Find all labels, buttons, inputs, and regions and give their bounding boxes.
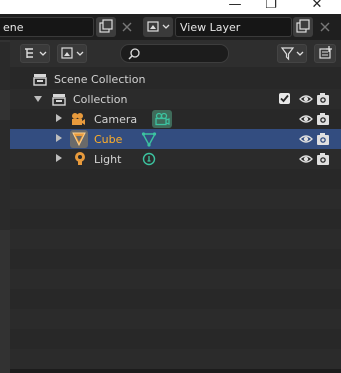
mesh-object-highlight bbox=[70, 130, 88, 148]
tree-row-light[interactable]: Light bbox=[10, 149, 341, 169]
tree-row-scene-collection[interactable]: Scene Collection bbox=[10, 69, 341, 89]
empty-row bbox=[10, 349, 341, 369]
display-mode-dropdown[interactable] bbox=[20, 44, 50, 63]
os-title-bar: — ❐ ✕ bbox=[0, 0, 341, 14]
outliner-tree: Scene Collection Collection Camera Cube bbox=[10, 67, 341, 373]
collapse-arrow-icon[interactable] bbox=[34, 96, 42, 102]
light-object-icon bbox=[75, 152, 85, 165]
outliner-header bbox=[10, 40, 341, 67]
camera-render-icon[interactable] bbox=[316, 132, 330, 146]
empty-row bbox=[10, 249, 341, 269]
collection-icon bbox=[52, 94, 66, 106]
restore-icon[interactable]: ❐ bbox=[260, 0, 282, 13]
camera-object-icon bbox=[72, 113, 85, 125]
scene-name: ene bbox=[3, 21, 24, 34]
new-scene-button[interactable] bbox=[96, 17, 116, 37]
tree-row-collection[interactable]: Collection bbox=[10, 89, 341, 109]
scene-collection-icon bbox=[33, 74, 47, 86]
tree-item-label: Light bbox=[94, 153, 122, 166]
left-panel-edge bbox=[0, 40, 10, 373]
delete-scene-button[interactable] bbox=[117, 17, 137, 37]
search-input[interactable] bbox=[120, 44, 229, 63]
minimize-icon[interactable]: — bbox=[224, 0, 246, 13]
mesh-object-icon bbox=[72, 132, 86, 147]
new-view-layer-button[interactable] bbox=[293, 17, 313, 37]
camera-data-button[interactable] bbox=[152, 110, 172, 128]
view-layer-field[interactable]: View Layer bbox=[175, 17, 292, 37]
eye-icon[interactable] bbox=[299, 132, 313, 146]
outliner-icon bbox=[25, 48, 47, 58]
tree-item-label: Collection bbox=[73, 93, 128, 106]
camera-render-icon[interactable] bbox=[316, 112, 330, 126]
tree-row-camera[interactable]: Camera bbox=[10, 109, 341, 129]
light-data-icon[interactable] bbox=[141, 151, 157, 167]
filter-display-dropdown[interactable] bbox=[57, 44, 87, 63]
checkbox-checked-icon[interactable] bbox=[278, 92, 292, 106]
empty-row bbox=[10, 269, 341, 289]
scene-field[interactable]: ene bbox=[0, 17, 94, 37]
x-icon bbox=[320, 22, 330, 32]
expand-arrow-icon[interactable] bbox=[56, 134, 62, 142]
tree-item-label: Camera bbox=[94, 113, 138, 126]
mesh-data-icon[interactable] bbox=[141, 131, 157, 147]
empty-row bbox=[10, 229, 341, 249]
image-layers-icon bbox=[61, 47, 84, 59]
x-icon bbox=[122, 22, 132, 32]
new-collection-button[interactable] bbox=[314, 44, 336, 63]
empty-row bbox=[10, 329, 341, 349]
tree-row-cube[interactable]: Cube bbox=[10, 129, 341, 149]
image-layers-icon bbox=[147, 21, 170, 32]
duplicate-icon bbox=[99, 19, 113, 33]
close-icon[interactable]: ✕ bbox=[306, 0, 328, 13]
bottom-edge bbox=[10, 369, 341, 373]
search-icon bbox=[128, 48, 140, 60]
empty-row bbox=[10, 189, 341, 209]
duplicate-icon bbox=[296, 19, 310, 33]
camera-data-icon bbox=[155, 112, 170, 126]
filter-icon bbox=[280, 47, 304, 61]
empty-row bbox=[10, 209, 341, 229]
tree-item-label: Scene Collection bbox=[54, 73, 146, 86]
camera-render-icon[interactable] bbox=[316, 92, 330, 106]
expand-arrow-icon[interactable] bbox=[56, 114, 62, 122]
filter-dropdown[interactable] bbox=[277, 44, 307, 63]
empty-row bbox=[10, 169, 341, 189]
eye-icon[interactable] bbox=[299, 92, 313, 106]
top-header: ene View Layer bbox=[0, 14, 341, 40]
eye-icon[interactable] bbox=[299, 112, 313, 126]
view-layer-name: View Layer bbox=[180, 21, 241, 34]
camera-render-icon[interactable] bbox=[316, 152, 330, 166]
empty-row bbox=[10, 289, 341, 309]
eye-icon[interactable] bbox=[299, 152, 313, 166]
view-layer-browse[interactable] bbox=[143, 17, 173, 37]
new-collection-icon bbox=[319, 46, 332, 59]
tree-item-label: Cube bbox=[94, 133, 123, 146]
delete-view-layer-button[interactable] bbox=[315, 17, 335, 37]
expand-arrow-icon[interactable] bbox=[56, 154, 62, 162]
empty-row bbox=[10, 309, 341, 329]
